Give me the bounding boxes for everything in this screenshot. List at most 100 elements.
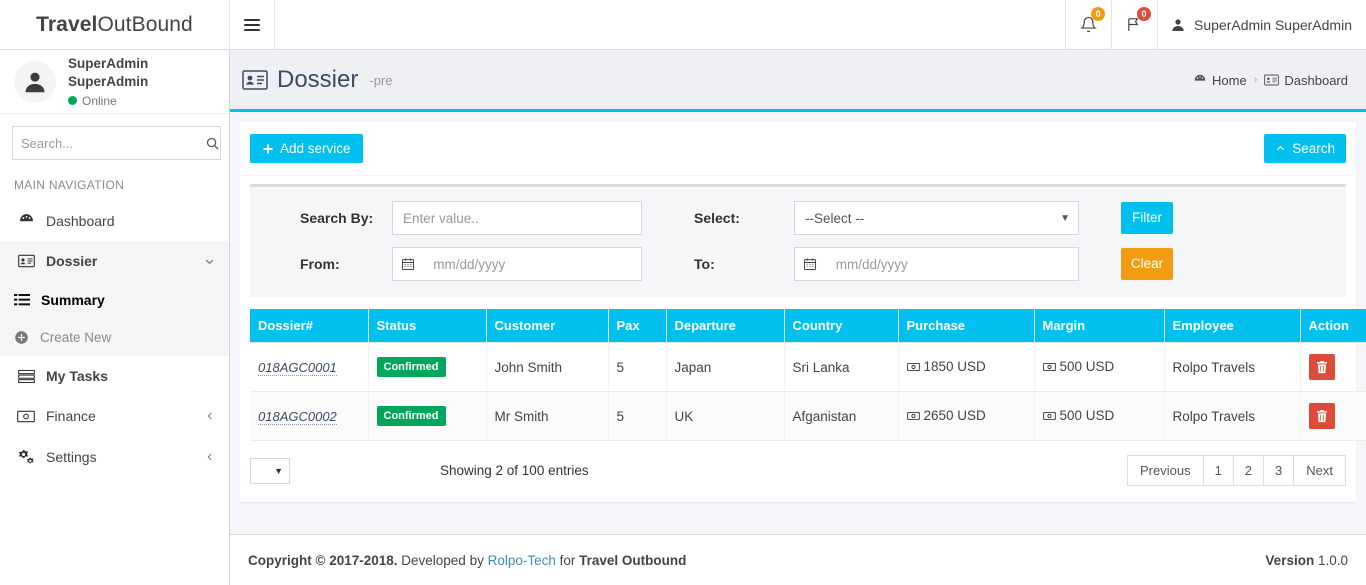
filter-select[interactable]: --Select --	[794, 201, 1079, 235]
cell-departure: UK	[666, 391, 785, 441]
flags-button[interactable]: 0	[1111, 0, 1157, 49]
sidebar-item-my-tasks[interactable]: My Tasks	[0, 356, 229, 396]
column-header-action: Action	[1300, 309, 1366, 343]
purchase-value: 2650 USD	[923, 408, 986, 424]
cell-action	[1300, 391, 1366, 441]
sidebar-item-dossier[interactable]: Dossier	[0, 241, 229, 281]
sidebar-item-dashboard[interactable]: Dashboard	[0, 200, 229, 241]
dossier-link[interactable]: 018AGC0002	[258, 408, 337, 425]
money-icon	[906, 411, 920, 420]
gears-icon	[17, 448, 35, 465]
sidebar-dossier-submenu: Summary Create New	[0, 281, 229, 356]
from-label: From:	[300, 256, 340, 272]
avatar	[14, 60, 56, 103]
footer-developed-by: Developed by	[397, 552, 488, 568]
to-label: To:	[694, 256, 715, 272]
breadcrumb-item-dashboard[interactable]: Dashboard	[1264, 73, 1348, 88]
footer-copyright-text: Copyright © 2017-2018.	[248, 552, 398, 568]
tasks-icon	[17, 369, 35, 384]
sidebar-item-finance[interactable]: Finance	[0, 396, 229, 436]
sidebar-user-panel[interactable]: SuperAdmin SuperAdmin Online	[0, 50, 229, 114]
column-header-status[interactable]: Status	[368, 309, 487, 343]
user-avatar-icon	[25, 72, 45, 92]
column-header-departure[interactable]: Departure	[666, 309, 785, 343]
status-badge: Confirmed	[376, 357, 446, 377]
brand-rest: OutBound	[97, 12, 193, 36]
table-header-row: Dossier# Status Customer Pax Departure C…	[250, 309, 1366, 343]
navbar-spacer	[275, 0, 1065, 49]
search-wrap	[12, 126, 221, 160]
search-input[interactable]	[12, 126, 205, 160]
from-date-input[interactable]	[423, 247, 642, 281]
cell-customer: John Smith	[486, 342, 609, 392]
search-by-label: Search By:	[300, 210, 374, 226]
sidebar-item-label: My Tasks	[46, 368, 108, 384]
add-service-button[interactable]: Add service	[250, 133, 363, 164]
breadcrumb-separator: ›	[1253, 74, 1258, 86]
filter-panel: Search By: Select: --Select -- ▼	[250, 184, 1346, 297]
sidebar-item-settings[interactable]: Settings	[0, 436, 229, 477]
cell-action	[1300, 342, 1366, 392]
search-submit-button[interactable]	[205, 126, 221, 160]
calendar-icon	[392, 247, 424, 281]
sidebar-item-summary[interactable]: Summary	[0, 281, 229, 319]
online-dot-icon	[68, 96, 77, 106]
to-date-input[interactable]	[825, 247, 1079, 281]
delete-button[interactable]	[1308, 354, 1335, 380]
footer-version: Version 1.0.0	[1265, 553, 1348, 568]
select-label: Select:	[694, 210, 740, 226]
filter-button[interactable]: Filter	[1121, 202, 1173, 234]
table-head: Dossier# Status Customer Pax Departure C…	[250, 309, 1366, 343]
column-header-employee[interactable]: Employee	[1164, 309, 1301, 343]
user-icon	[1172, 18, 1184, 31]
margin-value: 500 USD	[1059, 359, 1115, 375]
notifications-button[interactable]: 0	[1065, 0, 1111, 49]
breadcrumb-label: Home	[1212, 72, 1247, 88]
sidebar-subitem-label: Summary	[41, 292, 105, 308]
filter-row-1: Search By: Select: --Select -- ▼	[262, 201, 1334, 235]
footer-copyright: Copyright © 2017-2018. Developed by Rolp…	[248, 553, 686, 568]
page-length-select[interactable]	[250, 457, 290, 484]
dossier-link[interactable]: 018AGC0001	[258, 359, 337, 376]
sidebar-toggle-button[interactable]	[230, 0, 275, 49]
clear-button[interactable]: Clear	[1121, 248, 1173, 280]
column-header-purchase[interactable]: Purchase	[898, 309, 1035, 343]
pagination: Previous 1 2 3 Next	[1126, 455, 1346, 486]
from-date-group	[392, 247, 642, 281]
calendar-icon	[794, 247, 826, 281]
sidebar-item-label: Dossier	[46, 253, 98, 269]
search-by-input[interactable]	[392, 201, 642, 235]
chevron-down-icon	[204, 256, 215, 267]
user-menu-button[interactable]: SuperAdmin SuperAdmin	[1157, 0, 1366, 49]
chevron-up-icon	[1277, 145, 1285, 151]
column-header-pax[interactable]: Pax	[608, 309, 667, 343]
pagination-page-3[interactable]: 3	[1263, 455, 1295, 486]
box-toolbar: Add service Search	[240, 122, 1356, 176]
brand-logo[interactable]: TravelOutBound	[0, 0, 230, 49]
flags-badge: 0	[1137, 7, 1152, 21]
sidebar-subitem-label: Create New	[40, 330, 112, 345]
table-row: 018AGC0001 Confirmed John Smith 5 Japan …	[250, 342, 1366, 392]
list-icon	[14, 293, 30, 307]
chevron-left-icon	[205, 452, 215, 462]
pagination-page-2[interactable]: 2	[1232, 455, 1265, 486]
breadcrumb-item-home[interactable]: Home	[1193, 73, 1247, 88]
column-header-margin[interactable]: Margin	[1034, 309, 1165, 343]
trash-icon	[1316, 360, 1327, 373]
footer-company-link[interactable]: Rolpo-Tech	[488, 553, 556, 568]
delete-button[interactable]	[1308, 403, 1335, 429]
pagination-next[interactable]: Next	[1293, 455, 1346, 486]
column-header-customer[interactable]: Customer	[486, 309, 609, 343]
search-toggle-button[interactable]: Search	[1264, 133, 1346, 164]
plus-icon	[263, 144, 273, 153]
pagination-page-1[interactable]: 1	[1202, 455, 1234, 486]
sidebar-user-status: Online	[68, 94, 219, 108]
sidebar-item-create-new[interactable]: Create New	[0, 319, 229, 356]
pagination-previous[interactable]: Previous	[1126, 455, 1204, 486]
cell-employee: Rolpo Travels	[1164, 391, 1301, 441]
cell-pax: 5	[608, 342, 667, 392]
column-header-dossier[interactable]: Dossier#	[250, 309, 369, 343]
navbar-user-name: SuperAdmin SuperAdmin	[1194, 16, 1352, 33]
cell-purchase: 2650 USD	[898, 391, 1035, 441]
column-header-country[interactable]: Country	[784, 309, 899, 343]
